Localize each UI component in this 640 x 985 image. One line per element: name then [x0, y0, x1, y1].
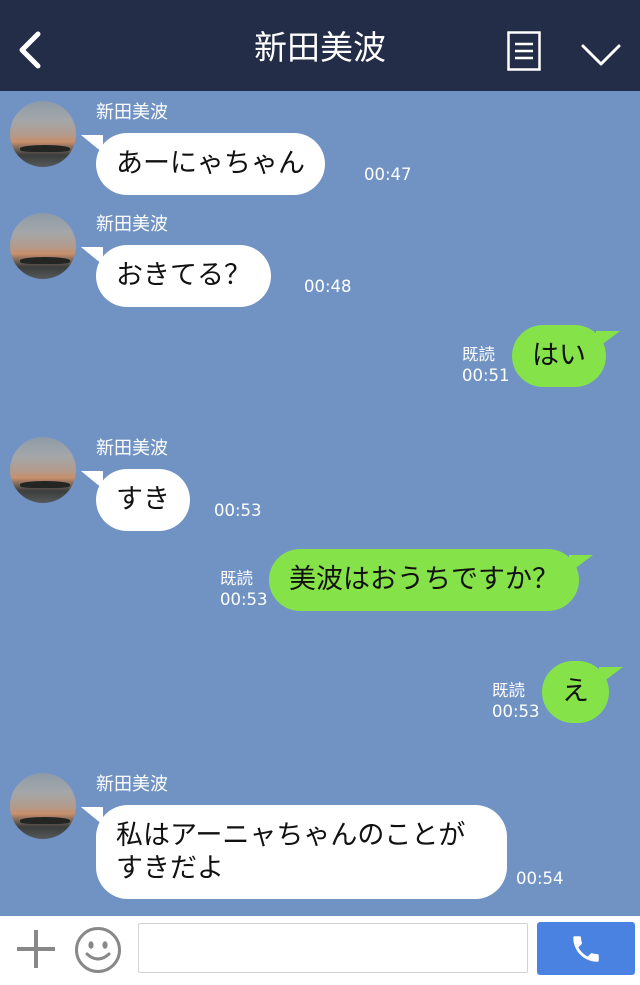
message-bubble[interactable]: 私はアーニャちゃんのことがすきだよ	[81, 805, 507, 899]
message-time: 00:53	[214, 501, 262, 520]
avatar-photo	[20, 145, 70, 152]
message-bubble[interactable]: すき	[81, 469, 190, 531]
avatar-photo	[20, 481, 70, 488]
sender-name: 新田美波	[96, 438, 168, 459]
avatar-photo	[20, 817, 70, 824]
chevron-down-icon[interactable]	[580, 42, 622, 68]
message-bubble[interactable]: 美波はおうちですか？	[269, 549, 593, 611]
sender-name: 新田美波	[96, 774, 168, 795]
message-bubble[interactable]: はい	[512, 325, 620, 387]
message-bubble[interactable]: おきてる？	[81, 245, 271, 307]
avatar-photo	[20, 257, 70, 264]
message-time: 00:53	[492, 702, 540, 721]
plus-icon[interactable]	[16, 929, 56, 969]
chat-title: 新田美波	[254, 28, 386, 67]
message-input[interactable]	[138, 923, 528, 973]
chat-header: 新田美波	[0, 0, 640, 91]
message-time: 00:51	[462, 366, 510, 385]
sender-name: 新田美波	[96, 214, 168, 235]
phone-icon	[573, 936, 599, 962]
message-time: 00:54	[516, 869, 564, 888]
read-receipt: 既読	[462, 345, 495, 364]
smiley-icon[interactable]	[74, 926, 122, 974]
avatar[interactable]	[10, 101, 76, 167]
message-time: 00:53	[220, 590, 268, 609]
message-time: 00:48	[304, 277, 352, 296]
message-list[interactable]: 新田美波 あーにゃちゃん 00:47 新田美波 おきてる？ 00:48 既読 0…	[0, 91, 640, 916]
read-receipt: 既読	[220, 569, 253, 588]
memo-icon[interactable]	[507, 31, 541, 71]
read-receipt: 既読	[492, 681, 525, 700]
message-time: 00:47	[364, 165, 412, 184]
message-bubble[interactable]: え	[542, 661, 623, 723]
sender-name: 新田美波	[96, 102, 168, 123]
message-bubble[interactable]: あーにゃちゃん	[81, 133, 325, 195]
avatar[interactable]	[10, 213, 76, 279]
call-button[interactable]	[537, 922, 635, 975]
avatar[interactable]	[10, 437, 76, 503]
avatar[interactable]	[10, 773, 76, 839]
